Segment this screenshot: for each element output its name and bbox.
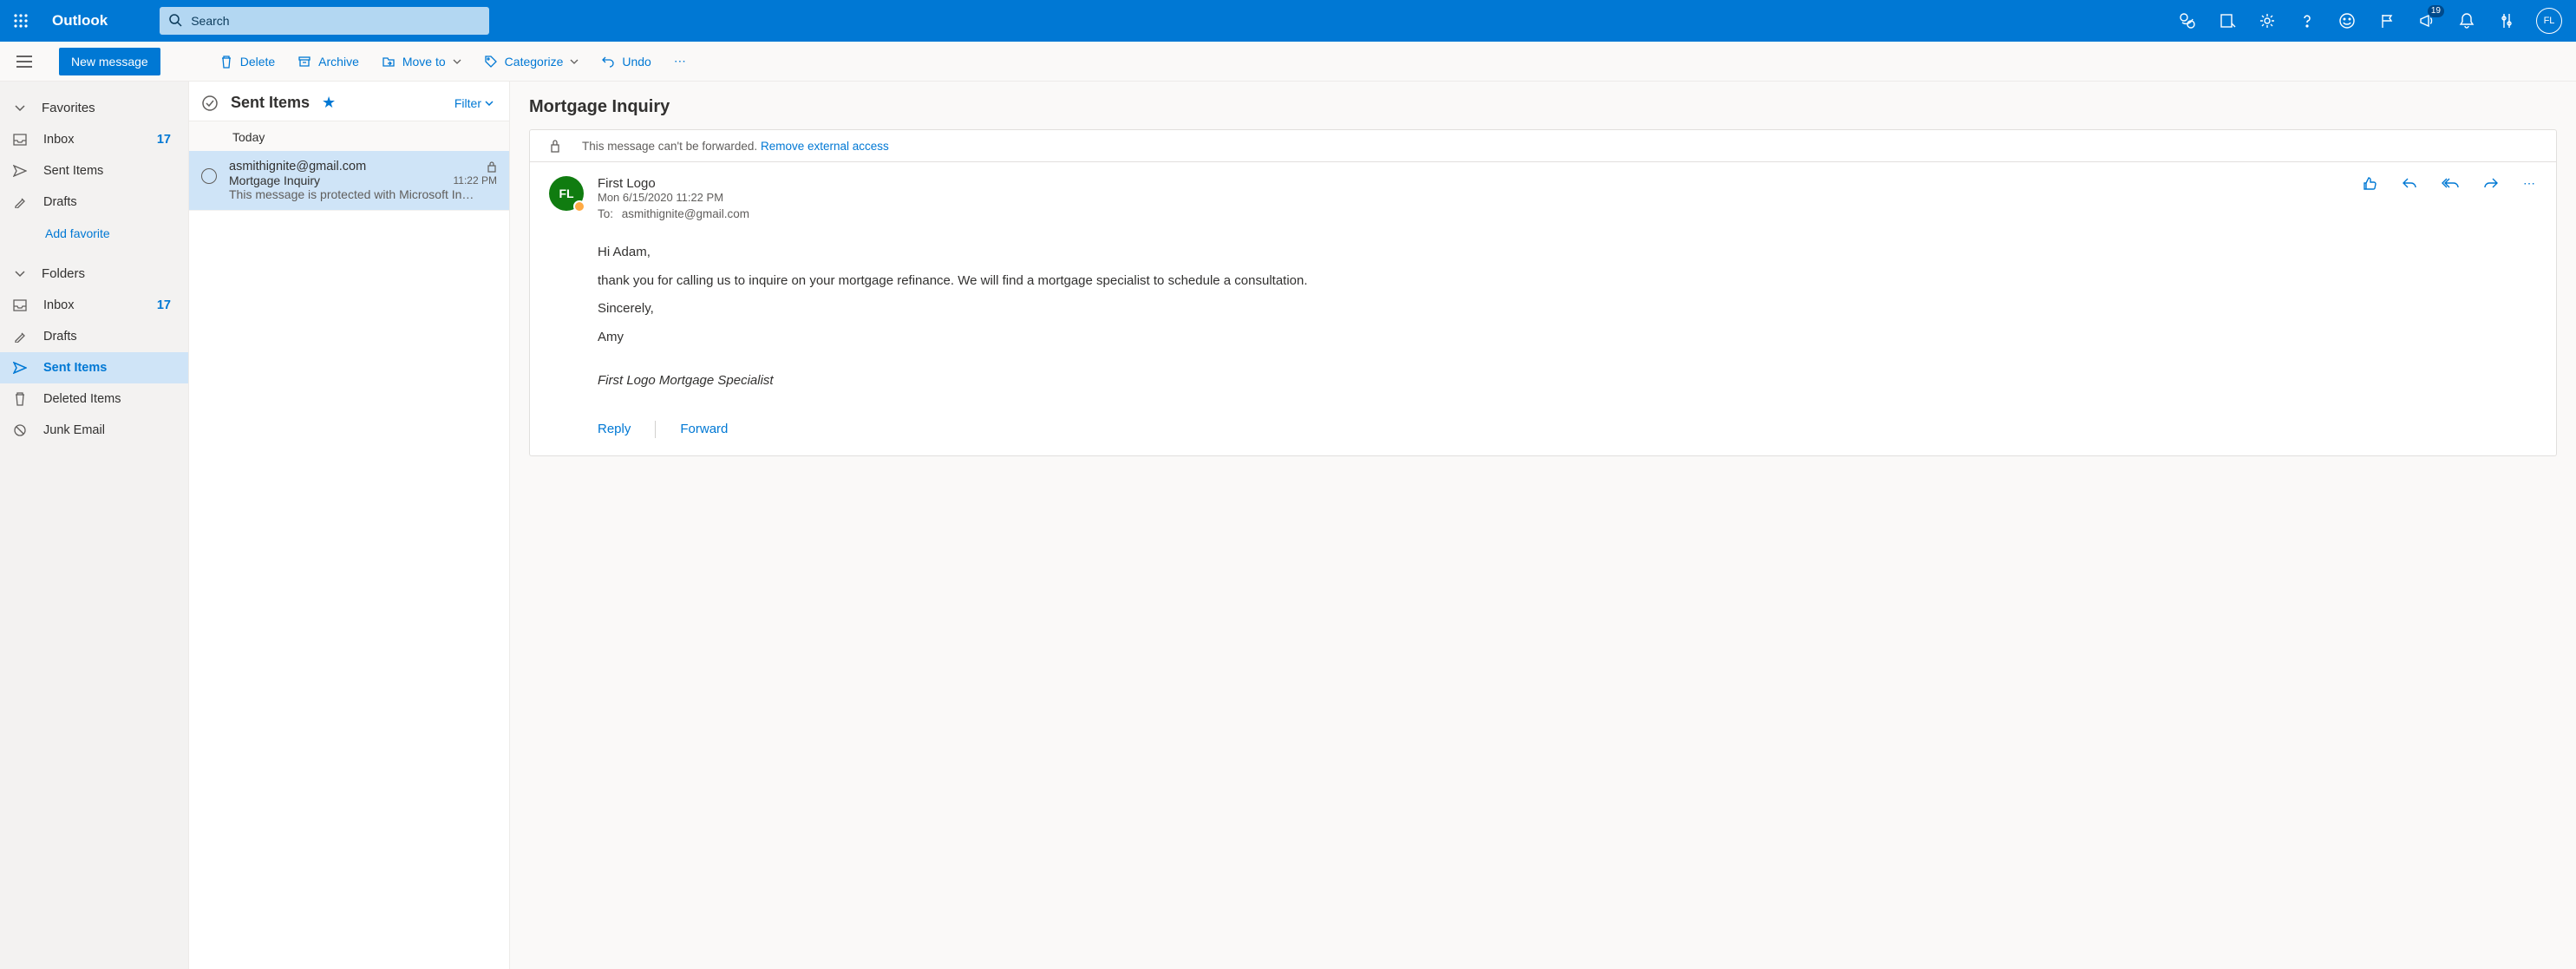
tools-icon[interactable] — [2496, 10, 2517, 31]
drafts-icon — [12, 331, 28, 343]
folder-title: Sent Items — [231, 94, 310, 112]
junk-icon — [12, 423, 28, 437]
nav-fav-sent[interactable]: Sent Items — [0, 155, 188, 187]
inbox-count: 17 — [157, 133, 176, 147]
announce-icon[interactable]: 19 — [2416, 10, 2437, 31]
message-time: 11:22 PM — [454, 174, 497, 187]
inbox-icon — [12, 134, 28, 146]
presence-away-icon — [573, 200, 585, 213]
archive-button[interactable]: Archive — [297, 55, 359, 69]
settings-icon[interactable] — [2257, 10, 2278, 31]
reply-all-icon[interactable] — [2442, 176, 2459, 220]
group-today: Today — [189, 121, 509, 151]
emoji-icon[interactable] — [2337, 10, 2357, 31]
search-icon — [168, 13, 182, 27]
header-actions: 19 FL — [2177, 8, 2569, 34]
delete-button[interactable]: Delete — [219, 55, 275, 69]
more-actions-icon[interactable]: ⋯ — [2523, 176, 2537, 220]
reply-icon[interactable] — [2402, 176, 2417, 220]
sent-icon — [12, 165, 28, 177]
chevron-down-icon — [12, 271, 28, 278]
folder-nav: Favorites Inbox 17 Sent Items Drafts Add… — [0, 82, 189, 969]
nav-inbox[interactable]: Inbox 17 — [0, 290, 188, 321]
command-bar: New message Delete Archive Move to Categ… — [0, 42, 2576, 82]
sender-name: First Logo — [598, 176, 749, 191]
filter-button[interactable]: Filter — [454, 96, 494, 110]
sent-date: Mon 6/15/2020 11:22 PM — [598, 191, 749, 204]
favorite-star-icon[interactable]: ★ — [322, 94, 336, 112]
select-circle-icon[interactable] — [201, 168, 217, 184]
search-input[interactable] — [160, 7, 489, 35]
remove-access-link[interactable]: Remove external access — [761, 140, 889, 153]
more-commands-icon[interactable]: ⋯ — [674, 54, 688, 69]
like-icon[interactable] — [2362, 176, 2377, 220]
info-bar: This message can't be forwarded. Remove … — [530, 130, 2556, 162]
select-all-icon[interactable] — [201, 95, 219, 112]
favorites-header[interactable]: Favorites — [0, 92, 188, 124]
message-from: asmithignite@gmail.com — [229, 160, 366, 174]
main-layout: Favorites Inbox 17 Sent Items Drafts Add… — [0, 82, 2576, 969]
bell-icon[interactable] — [2456, 10, 2477, 31]
message-list-header: Sent Items ★ Filter — [189, 82, 509, 121]
drafts-icon — [12, 196, 28, 208]
message-preview: This message is protected with Microsoft… — [229, 187, 497, 201]
message-list: Sent Items ★ Filter Today asmithignite@g… — [189, 82, 510, 969]
categorize-button[interactable]: Categorize — [484, 55, 579, 69]
nav-sent-items[interactable]: Sent Items — [0, 352, 188, 383]
reply-button[interactable]: Reply — [598, 422, 631, 436]
to-recipient: asmithignite@gmail.com — [622, 207, 749, 220]
to-label: To: — [598, 207, 613, 220]
add-favorite-link[interactable]: Add favorite — [0, 218, 188, 249]
divider — [655, 421, 656, 438]
account-avatar[interactable]: FL — [2536, 8, 2562, 34]
lock-icon — [549, 139, 561, 153]
notification-badge: 19 — [2428, 5, 2444, 17]
trash-icon — [12, 392, 28, 406]
reply-forward-row: Reply Forward — [530, 417, 2556, 455]
app-brand: Outlook — [52, 12, 108, 29]
message-card: This message can't be forwarded. Remove … — [529, 129, 2557, 456]
nav-fav-inbox[interactable]: Inbox 17 — [0, 124, 188, 155]
move-to-button[interactable]: Move to — [382, 55, 461, 69]
forward-button[interactable]: Forward — [680, 422, 728, 436]
app-header: Outlook 19 FL — [0, 0, 2576, 42]
nav-deleted[interactable]: Deleted Items — [0, 383, 188, 415]
message-body: Hi Adam, thank you for calling us to inq… — [530, 224, 2556, 417]
lock-icon — [487, 160, 497, 173]
reading-pane: Mortgage Inquiry This message can't be f… — [510, 82, 2576, 969]
chevron-down-icon — [12, 105, 28, 112]
message-item[interactable]: asmithignite@gmail.com Mortgage Inquiry … — [189, 151, 509, 211]
nav-drafts[interactable]: Drafts — [0, 321, 188, 352]
forward-icon[interactable] — [2483, 176, 2499, 220]
message-header: FL First Logo Mon 6/15/2020 11:22 PM To:… — [530, 162, 2556, 224]
message-subject: Mortgage Inquiry — [229, 174, 320, 187]
favorites-label: Favorites — [42, 101, 95, 115]
infobar-text: This message can't be forwarded. — [582, 140, 757, 153]
app-launcher-icon[interactable] — [7, 14, 35, 28]
sender-avatar[interactable]: FL — [549, 176, 584, 211]
help-icon[interactable] — [2297, 10, 2318, 31]
hamburger-icon[interactable] — [10, 56, 38, 68]
new-message-button[interactable]: New message — [59, 48, 160, 75]
folders-header[interactable]: Folders — [0, 258, 188, 290]
message-actions: ⋯ — [2362, 176, 2537, 220]
nav-fav-drafts[interactable]: Drafts — [0, 187, 188, 218]
notes-icon[interactable] — [2217, 10, 2238, 31]
undo-button[interactable]: Undo — [601, 55, 651, 69]
inbox-icon — [12, 299, 28, 311]
reading-subject: Mortgage Inquiry — [529, 97, 2557, 117]
search-container — [160, 7, 489, 35]
flag-icon[interactable] — [2377, 10, 2397, 31]
nav-junk[interactable]: Junk Email — [0, 415, 188, 446]
sent-icon — [12, 362, 28, 374]
skype-icon[interactable] — [2177, 10, 2198, 31]
